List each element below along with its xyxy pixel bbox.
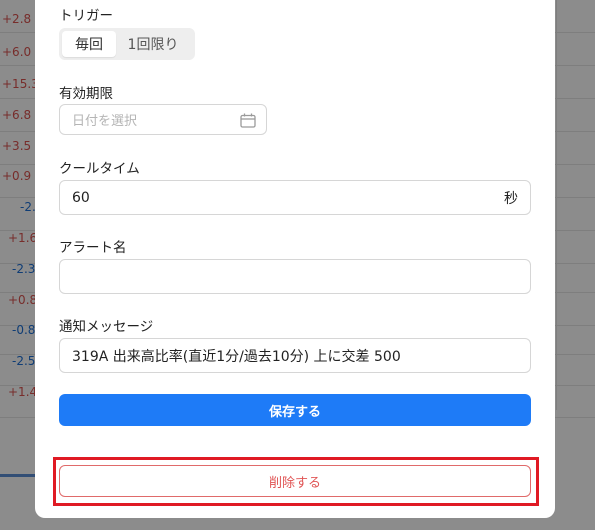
message-value: 319A 出来高比率(直近1分/過去10分) 上に交差 500 — [72, 348, 401, 365]
cooltime-label: クールタイム — [59, 161, 140, 177]
expiry-placeholder: 日付を選択 — [72, 114, 138, 129]
alert-name-label: アラート名 — [59, 240, 127, 256]
alert-edit-modal: トリガー 毎回 1回限り 有効期限 日付を選択 クールタイム 60 秒 アラート… — [35, 0, 555, 518]
cooltime-unit: 秒 — [504, 190, 518, 207]
alert-name-input[interactable] — [59, 259, 531, 294]
message-label: 通知メッセージ — [59, 319, 154, 335]
save-button[interactable]: 保存する — [59, 394, 531, 426]
message-input[interactable]: 319A 出来高比率(直近1分/過去10分) 上に交差 500 — [59, 338, 531, 373]
cooltime-input[interactable]: 60 秒 — [59, 180, 531, 215]
trigger-label: トリガー — [59, 8, 113, 24]
trigger-segmented-control: 毎回 1回限り — [59, 28, 195, 60]
expiry-date-picker[interactable]: 日付を選択 — [59, 104, 267, 135]
trigger-option-every-time[interactable]: 毎回 — [62, 31, 116, 57]
expiry-label: 有効期限 — [59, 86, 113, 102]
calendar-icon — [240, 113, 256, 128]
cooltime-value: 60 — [72, 189, 90, 206]
trigger-option-once[interactable]: 1回限り — [116, 31, 190, 57]
delete-button[interactable]: 削除する — [59, 465, 531, 497]
